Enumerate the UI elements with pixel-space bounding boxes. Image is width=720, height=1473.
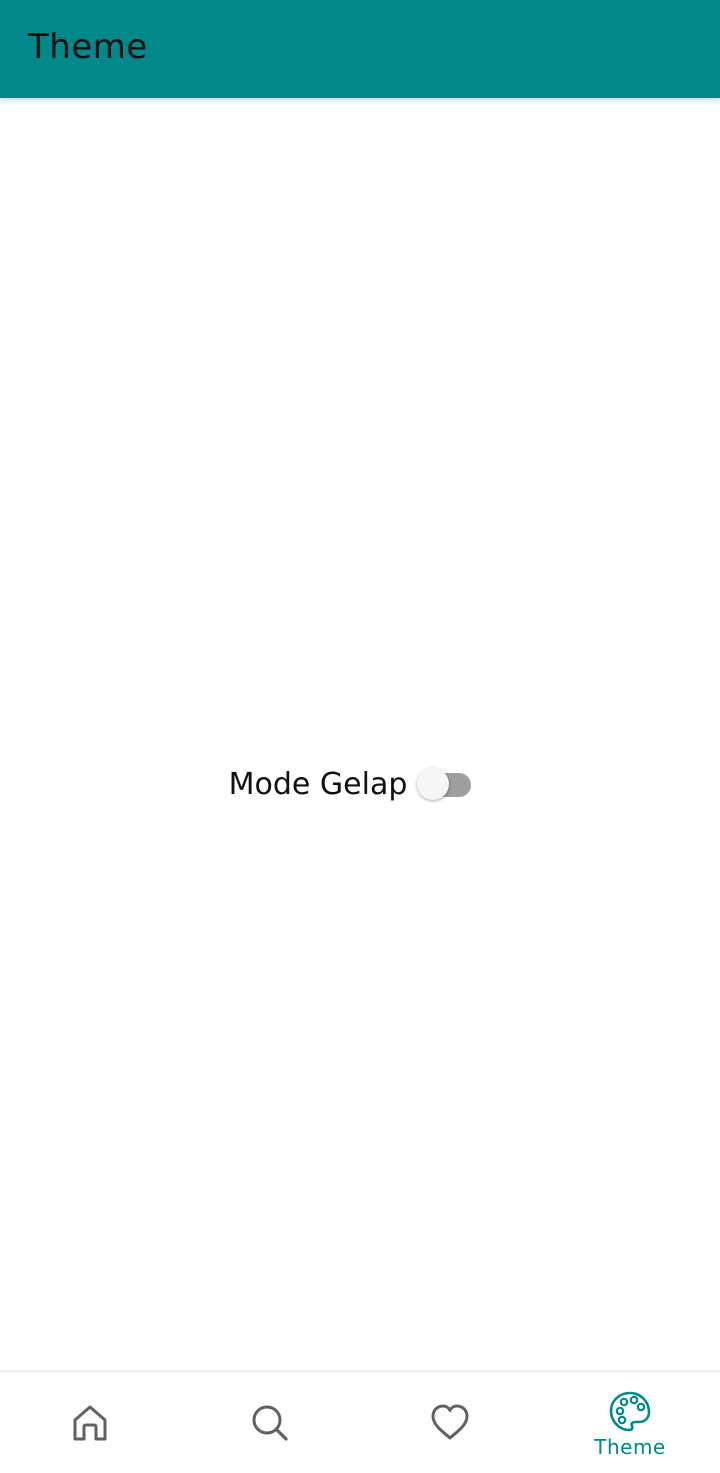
dark-mode-setting: Mode Gelap xyxy=(0,764,720,804)
theme-content: Mode Gelap xyxy=(0,98,720,1371)
app-bar: Theme xyxy=(0,0,720,98)
nav-item-home[interactable] xyxy=(0,1372,180,1473)
app-screen: Theme Mode Gelap Theme xyxy=(0,0,720,1473)
page-title: Theme xyxy=(28,27,148,67)
nav-item-search[interactable] xyxy=(180,1372,360,1473)
nav-item-theme[interactable]: Theme xyxy=(540,1372,720,1473)
search-icon xyxy=(252,1405,288,1441)
nav-item-favorites[interactable] xyxy=(360,1372,540,1473)
bottom-navigation: Theme xyxy=(0,1371,720,1473)
dark-mode-switch[interactable] xyxy=(415,766,473,802)
heart-icon xyxy=(431,1404,469,1440)
palette-icon xyxy=(609,1391,651,1432)
nav-label-theme: Theme xyxy=(594,1435,666,1459)
home-icon xyxy=(73,1405,107,1441)
dark-mode-label: Mode Gelap xyxy=(228,766,408,802)
